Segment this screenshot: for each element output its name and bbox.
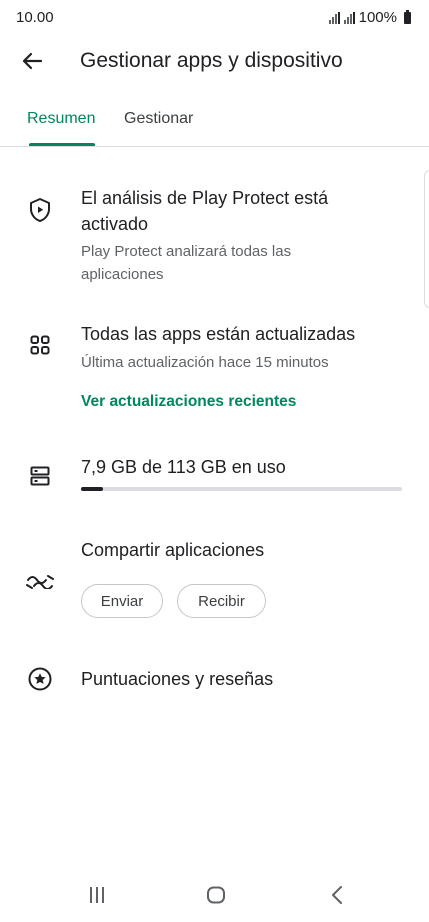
tab-resumen[interactable]: Resumen — [27, 110, 95, 128]
arrow-left-icon — [22, 52, 43, 70]
storage-usage-fill — [81, 487, 104, 491]
scrollbar[interactable] — [424, 170, 429, 308]
home-icon — [207, 886, 225, 904]
signal-icon — [328, 11, 340, 24]
updates-title: Todas las apps están actualizadas — [81, 324, 356, 344]
tabs-divider — [0, 146, 429, 147]
share-title: Compartir aplicaciones — [81, 540, 265, 560]
nav-back-button[interactable] — [317, 880, 357, 910]
back-button[interactable] — [14, 46, 50, 76]
storage-usage-bar — [81, 487, 402, 491]
back-chevron-icon — [332, 886, 342, 904]
updates-subtitle: Última actualización hace 15 minutos — [81, 354, 329, 371]
recent-updates-link[interactable]: Ver actualizaciones recientes — [81, 393, 296, 411]
recents-icon — [90, 887, 104, 903]
storage-title: 7,9 GB de 113 GB en uso — [81, 457, 286, 477]
battery-icon — [404, 9, 411, 24]
play-protect-subtitle: Play Protect analizará todas las aplicac… — [81, 243, 292, 283]
star-circle-icon — [25, 664, 55, 694]
ratings-title[interactable]: Puntuaciones y reseñas — [81, 666, 273, 692]
share-apps-icon — [24, 568, 56, 596]
battery-percent: 100% — [358, 9, 397, 26]
status-icons: 100% — [328, 9, 411, 26]
signal-icon-2 — [343, 11, 355, 24]
tab-gestionar[interactable]: Gestionar — [124, 110, 193, 128]
receive-button[interactable]: Recibir — [177, 584, 266, 618]
page-title: Gestionar apps y dispositivo — [80, 49, 343, 72]
recents-button[interactable] — [77, 880, 117, 910]
status-time: 10.00 — [16, 9, 54, 26]
home-button[interactable] — [196, 880, 236, 910]
send-button[interactable]: Enviar — [81, 584, 163, 618]
apps-grid-icon — [25, 330, 55, 360]
storage-icon — [25, 461, 55, 491]
play-protect-title: El análisis de Play Protect está activad… — [81, 188, 329, 234]
shield-play-icon — [25, 195, 55, 225]
